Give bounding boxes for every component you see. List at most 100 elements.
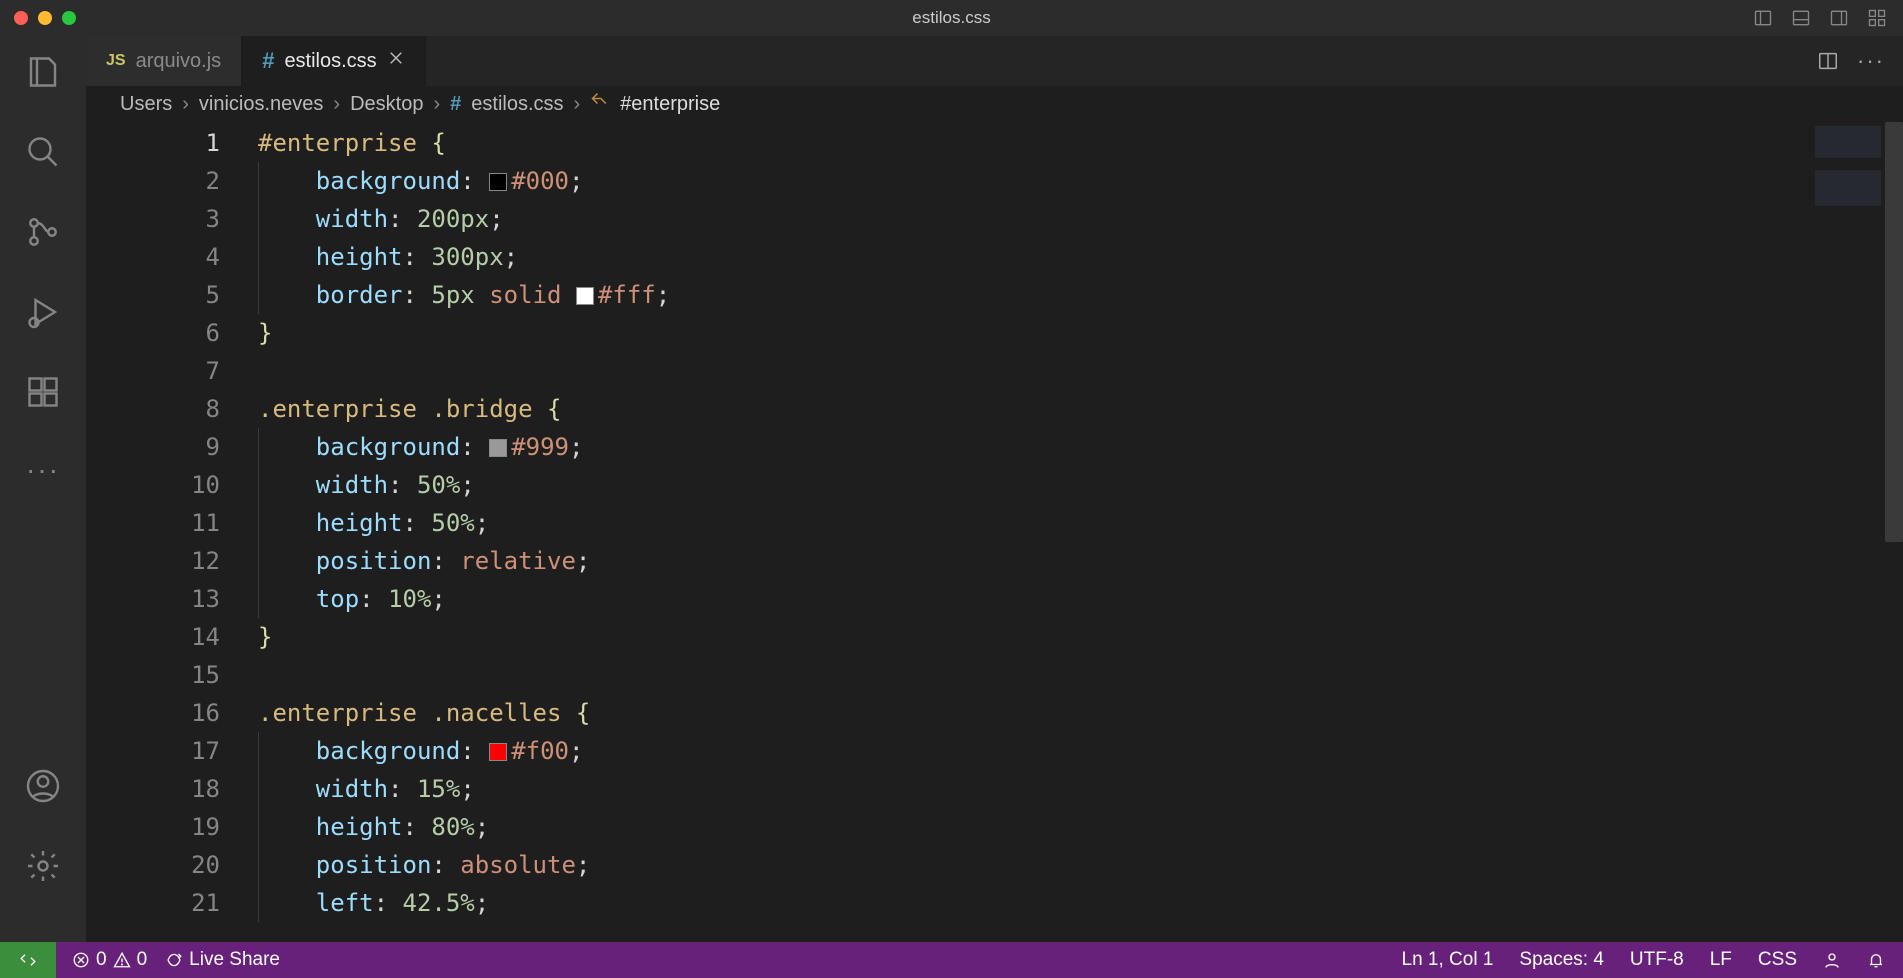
breadcrumb-symbol[interactable]: #enterprise xyxy=(620,93,720,116)
split-editor-icon[interactable] xyxy=(1817,50,1839,72)
javascript-file-icon: JS xyxy=(106,52,126,70)
warning-count: 0 xyxy=(137,949,148,971)
line-number: 7 xyxy=(86,352,220,390)
title-bar: estilos.css xyxy=(0,0,1903,36)
end-of-line[interactable]: LF xyxy=(1710,949,1732,971)
line-number: 16 xyxy=(86,694,220,732)
settings-gear-icon[interactable] xyxy=(25,848,61,884)
customize-layout-icon[interactable] xyxy=(1867,8,1887,28)
accounts-icon[interactable] xyxy=(25,768,61,804)
panel-bottom-icon[interactable] xyxy=(1791,8,1811,28)
line-number: 3 xyxy=(86,200,220,238)
code-line[interactable]: position: absolute; xyxy=(258,846,1903,884)
code-line[interactable]: height: 50%; xyxy=(258,504,1903,542)
live-share-icon xyxy=(165,951,183,969)
breadcrumb-item[interactable]: Desktop xyxy=(350,93,423,116)
code-content[interactable]: #enterprise { background: #000; width: 2… xyxy=(258,122,1903,942)
color-swatch[interactable] xyxy=(489,173,507,191)
line-number: 14 xyxy=(86,618,220,656)
css-file-icon: # xyxy=(450,93,461,116)
run-debug-icon[interactable] xyxy=(25,294,61,330)
breadcrumb-item[interactable]: vinicios.neves xyxy=(199,93,324,116)
code-editor[interactable]: 123456789101112131415161718192021 #enter… xyxy=(86,122,1903,942)
encoding[interactable]: UTF-8 xyxy=(1630,949,1684,971)
color-swatch[interactable] xyxy=(489,743,507,761)
color-swatch[interactable] xyxy=(489,439,507,457)
code-line[interactable] xyxy=(258,656,1903,694)
indentation[interactable]: Spaces: 4 xyxy=(1519,949,1604,971)
extensions-icon[interactable] xyxy=(25,374,61,410)
source-control-icon[interactable] xyxy=(25,214,61,250)
minimap[interactable] xyxy=(1815,126,1881,206)
code-line[interactable]: border: 5px solid #fff; xyxy=(258,276,1903,314)
language-mode[interactable]: CSS xyxy=(1758,949,1797,971)
code-line[interactable]: #enterprise { xyxy=(258,124,1903,162)
more-actions-icon[interactable]: ··· xyxy=(1857,48,1885,74)
code-line[interactable]: .enterprise .bridge { xyxy=(258,390,1903,428)
tabs-bar: JS arquivo.js # estilos.css ··· xyxy=(86,36,1903,86)
live-share-button[interactable]: Live Share xyxy=(165,949,280,971)
code-line[interactable]: width: 15%; xyxy=(258,770,1903,808)
line-number: 9 xyxy=(86,428,220,466)
code-line[interactable]: .enterprise .nacelles { xyxy=(258,694,1903,732)
warning-icon xyxy=(113,951,131,969)
color-swatch[interactable] xyxy=(576,287,594,305)
code-line[interactable]: top: 10%; xyxy=(258,580,1903,618)
code-line[interactable]: height: 300px; xyxy=(258,238,1903,276)
breadcrumb-item[interactable]: Users xyxy=(120,93,172,116)
chevron-right-icon: › xyxy=(574,93,581,116)
close-window-button[interactable] xyxy=(14,11,28,25)
code-line[interactable]: background: #f00; xyxy=(258,732,1903,770)
line-numbers-gutter: 123456789101112131415161718192021 xyxy=(86,122,258,942)
line-number: 21 xyxy=(86,884,220,922)
breadcrumb-item[interactable]: estilos.css xyxy=(471,93,563,116)
breadcrumbs[interactable]: Users › vinicios.neves › Desktop › # est… xyxy=(86,86,1903,122)
editor-group: JS arquivo.js # estilos.css ··· Users › … xyxy=(86,36,1903,942)
notifications-icon[interactable] xyxy=(1867,951,1885,969)
overflow-icon[interactable]: ··· xyxy=(26,454,60,486)
status-bar: 0 0 Live Share Ln 1, Col 1 Spaces: 4 UTF… xyxy=(0,942,1903,978)
chevron-right-icon: › xyxy=(182,93,189,116)
live-share-label: Live Share xyxy=(189,949,280,971)
line-number: 1 xyxy=(86,124,220,162)
feedback-icon[interactable] xyxy=(1823,951,1841,969)
error-count: 0 xyxy=(96,949,107,971)
code-line[interactable]: width: 200px; xyxy=(258,200,1903,238)
code-line[interactable]: background: #999; xyxy=(258,428,1903,466)
minimize-window-button[interactable] xyxy=(38,11,52,25)
error-icon xyxy=(72,951,90,969)
line-number: 12 xyxy=(86,542,220,580)
search-icon[interactable] xyxy=(25,134,61,170)
line-number: 2 xyxy=(86,162,220,200)
code-line[interactable]: background: #000; xyxy=(258,162,1903,200)
explorer-icon[interactable] xyxy=(25,54,61,90)
code-line[interactable]: height: 80%; xyxy=(258,808,1903,846)
problems-indicator[interactable]: 0 0 xyxy=(72,949,147,971)
panel-right-icon[interactable] xyxy=(1829,8,1849,28)
chevron-right-icon: › xyxy=(433,93,440,116)
line-number: 20 xyxy=(86,846,220,884)
cursor-position[interactable]: Ln 1, Col 1 xyxy=(1402,949,1494,971)
close-tab-icon[interactable] xyxy=(387,49,405,73)
tab-estilos-css[interactable]: # estilos.css xyxy=(242,36,426,86)
code-line[interactable]: width: 50%; xyxy=(258,466,1903,504)
code-line[interactable]: } xyxy=(258,618,1903,656)
tab-label: estilos.css xyxy=(284,50,376,73)
tab-arquivo-js[interactable]: JS arquivo.js xyxy=(86,36,242,86)
code-line[interactable]: left: 42.5%; xyxy=(258,884,1903,922)
line-number: 10 xyxy=(86,466,220,504)
window-title: estilos.css xyxy=(0,8,1903,28)
tab-label: arquivo.js xyxy=(136,50,222,73)
remote-indicator[interactable] xyxy=(0,942,56,978)
vertical-scrollbar[interactable] xyxy=(1885,122,1903,542)
line-number: 17 xyxy=(86,732,220,770)
maximize-window-button[interactable] xyxy=(62,11,76,25)
code-line[interactable]: position: relative; xyxy=(258,542,1903,580)
code-line[interactable]: } xyxy=(258,314,1903,352)
title-bar-layout-icons xyxy=(1753,8,1903,28)
line-number: 13 xyxy=(86,580,220,618)
line-number: 5 xyxy=(86,276,220,314)
panel-left-icon[interactable] xyxy=(1753,8,1773,28)
code-line[interactable] xyxy=(258,352,1903,390)
line-number: 8 xyxy=(86,390,220,428)
